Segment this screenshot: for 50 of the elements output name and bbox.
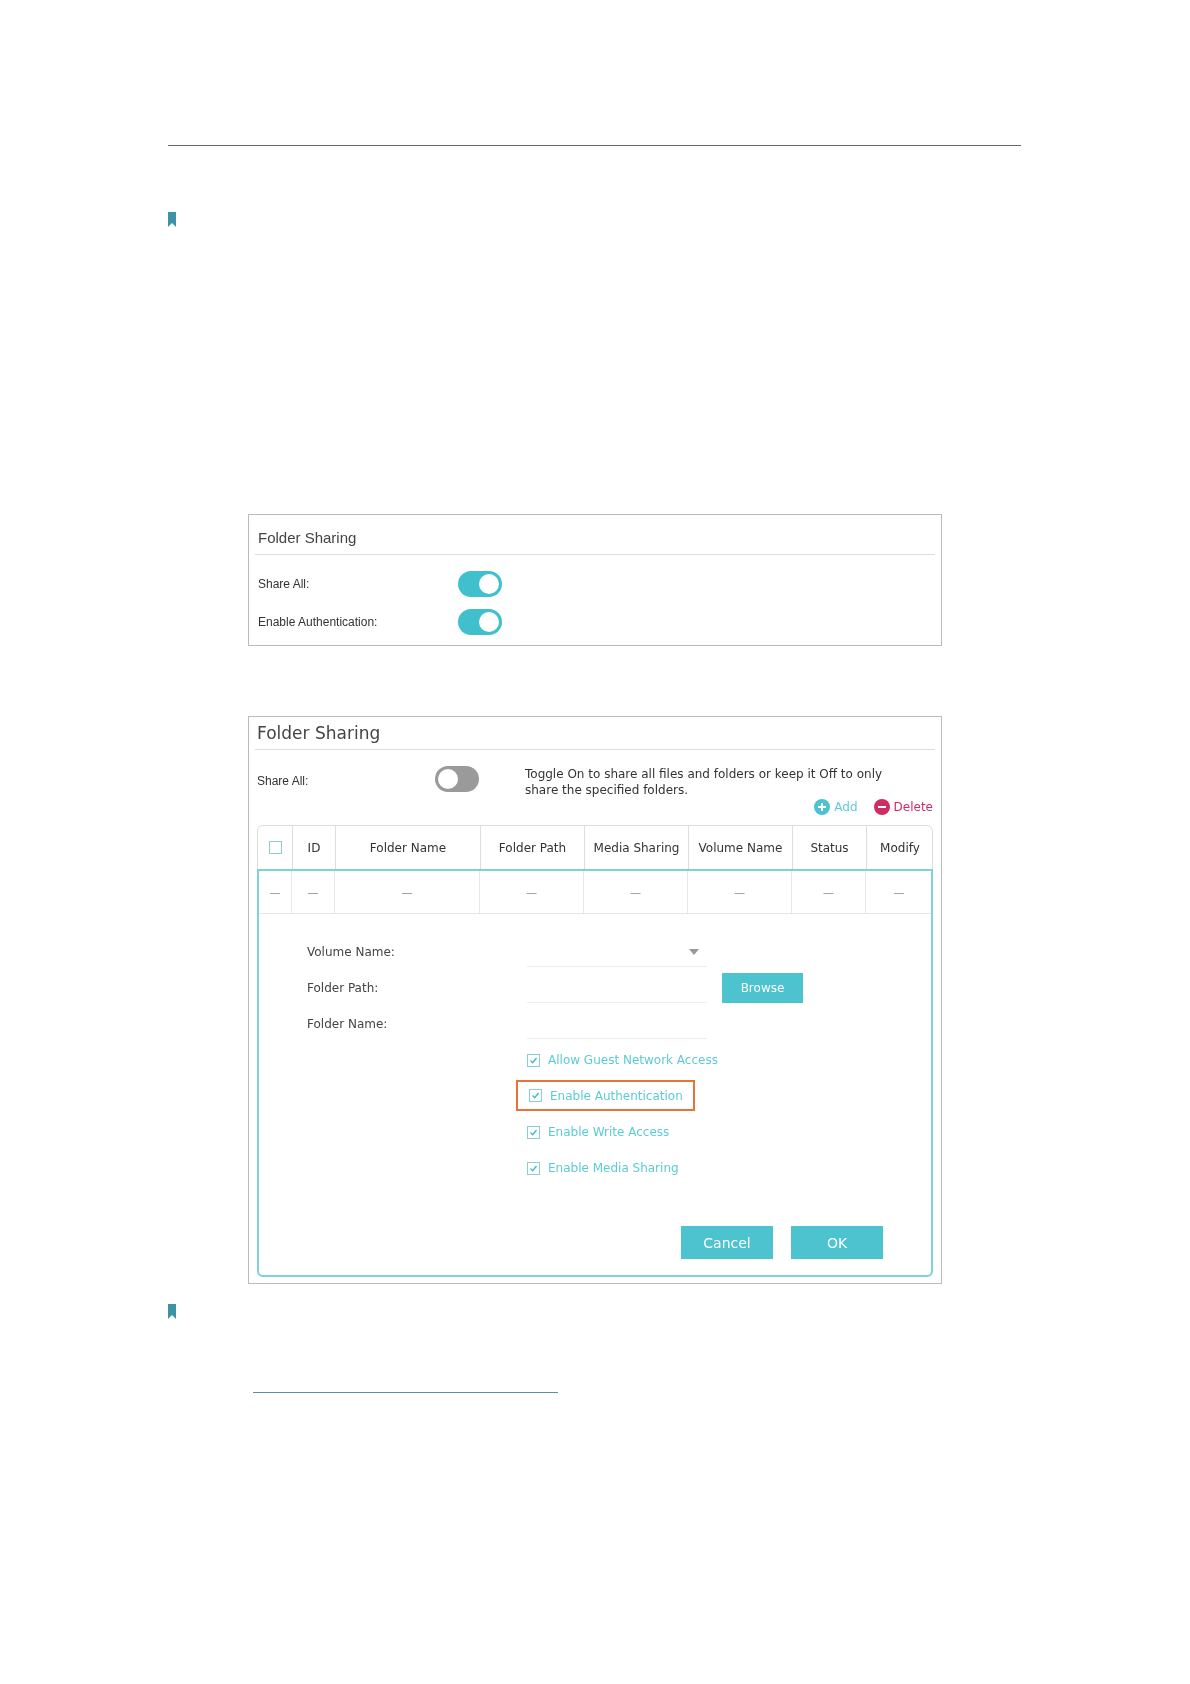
column-header: Volume Name — [688, 826, 792, 869]
browse-button[interactable]: Browse — [722, 973, 803, 1003]
field-label: Share All: — [258, 577, 311, 591]
column-header: ID — [292, 826, 335, 869]
panel-title: Folder Sharing — [256, 722, 382, 745]
ok-button[interactable]: OK — [791, 1226, 883, 1259]
field-label: Enable Authentication: — [258, 615, 379, 629]
plus-icon — [814, 799, 831, 815]
column-header: Modify — [866, 826, 933, 869]
checkmark-icon — [531, 1091, 540, 1100]
checkbox[interactable] — [527, 1161, 540, 1175]
table-cell: — — [334, 871, 479, 913]
table-cell: — — [865, 871, 932, 913]
field-label: Folder Path: — [307, 981, 380, 995]
checkbox-label: Allow Guest Network Access — [548, 1053, 718, 1067]
table-cell: — — [291, 871, 334, 913]
caret-icon — [689, 948, 699, 955]
bookmark-icon — [168, 1304, 176, 1319]
table-cell: — — [583, 871, 687, 913]
panel-title: Folder Sharing — [257, 528, 358, 548]
checkbox-label: Enable Authentication — [550, 1088, 683, 1103]
toggle-switch[interactable] — [435, 766, 479, 792]
hint-text: Toggle On to share all files and folders or keep it Off to only share the specified folders. — [525, 766, 884, 798]
toggle-switch[interactable] — [458, 609, 502, 635]
table-cell: — — [791, 871, 865, 913]
checkbox[interactable] — [527, 1053, 540, 1067]
checkmark-icon — [529, 1127, 538, 1137]
field-label: Folder Name: — [307, 1017, 389, 1031]
field-label: Share All: — [257, 774, 310, 788]
column-header: Folder Path — [480, 826, 584, 869]
column-header: Folder Name — [335, 826, 480, 869]
checkbox-label: Enable Write Access — [548, 1125, 670, 1139]
checkbox[interactable] — [268, 841, 282, 854]
table-cell-text: — — [268, 884, 282, 901]
toggle-switch[interactable] — [458, 571, 502, 597]
cancel-button[interactable]: Cancel — [681, 1226, 773, 1259]
checkmark-icon — [529, 1055, 538, 1065]
table-cell: — — [479, 871, 583, 913]
checkbox-label: Enable Media Sharing — [548, 1161, 679, 1175]
bookmark-icon — [168, 212, 176, 227]
minus-icon — [873, 799, 890, 815]
table-cell: — — [687, 871, 791, 913]
delete-button[interactable]: Delete — [873, 799, 933, 815]
add-button[interactable]: Add — [814, 799, 858, 815]
field-label: Volume Name: — [307, 945, 396, 959]
column-header: Status — [792, 826, 866, 869]
column-header: Media Sharing — [584, 826, 688, 869]
checkmark-icon — [529, 1163, 538, 1173]
checkbox[interactable] — [529, 1089, 542, 1102]
checkbox[interactable] — [527, 1125, 540, 1139]
